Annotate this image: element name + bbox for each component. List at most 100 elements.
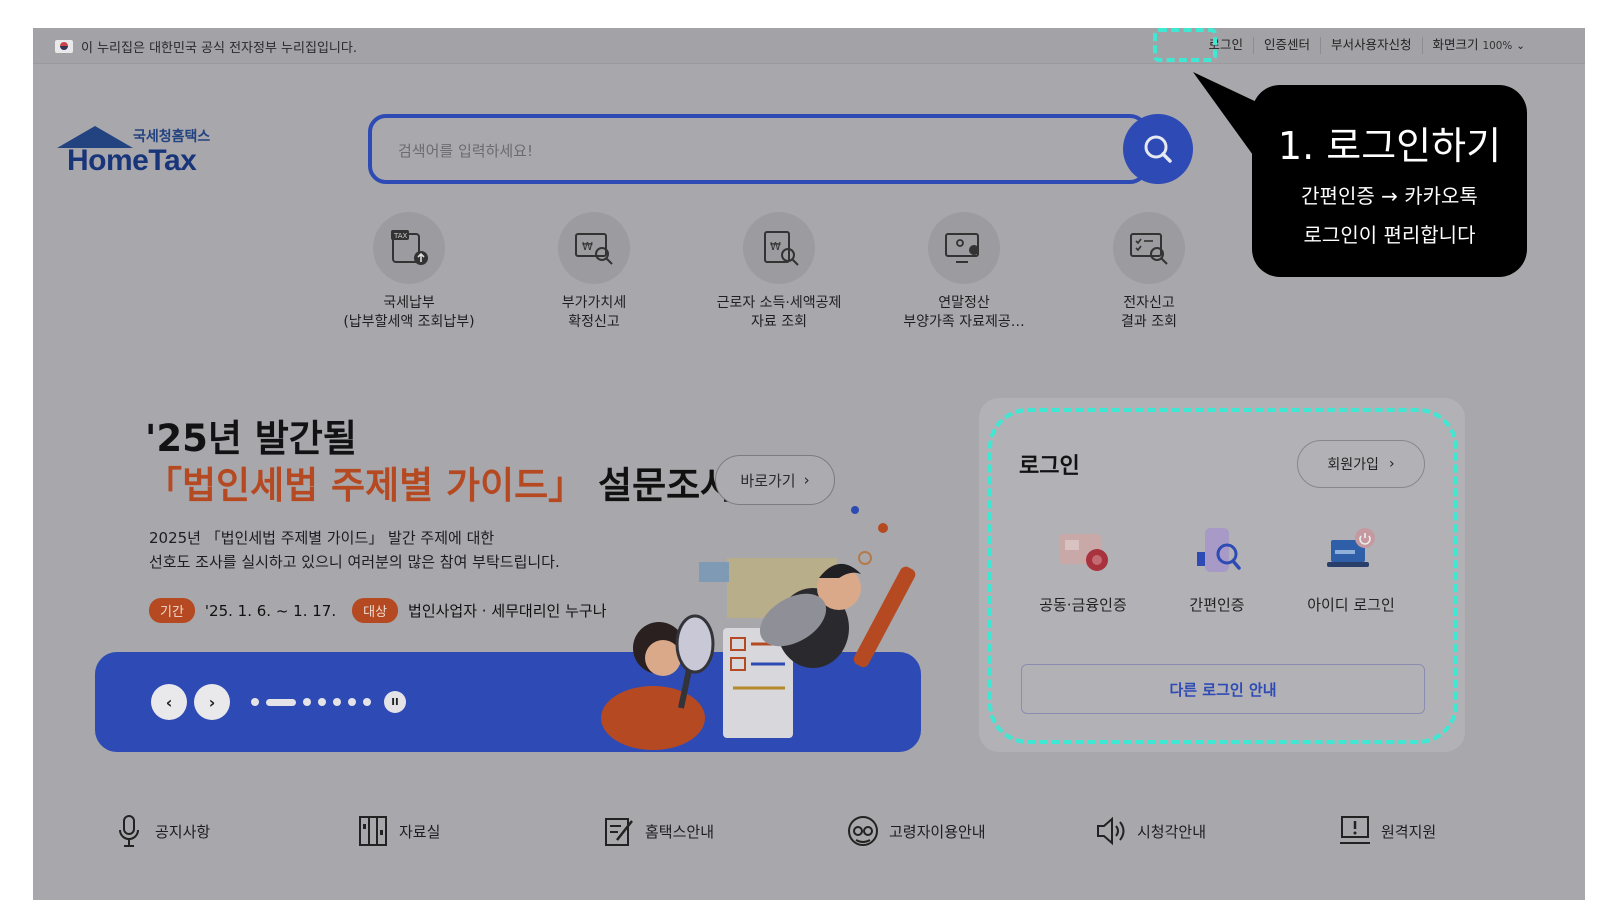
top-dept-user-link[interactable]: 부서사용자신청: [1320, 37, 1422, 54]
login-title: 로그인: [1019, 454, 1080, 479]
pagination-dot[interactable]: [303, 698, 311, 706]
banner-description: 2025년 「법인세법 주제별 가이드」 발간 주제에 대한 선호도 조사를 실…: [149, 526, 560, 574]
chevron-right-icon: ›: [803, 471, 810, 489]
bottom-nav-senior-guide[interactable]: 고령자이용안내: [847, 814, 986, 848]
bottom-nav-hometax-guide[interactable]: 홈택스안내: [603, 814, 714, 848]
pagination-dot[interactable]: [363, 698, 371, 706]
bottom-nav-label: 자료실: [399, 822, 441, 841]
chevron-down-icon: ⌄: [1516, 40, 1525, 52]
speaker-icon: [1097, 816, 1125, 846]
certificate-card-icon: [1053, 524, 1113, 580]
banner-desc-line2: 선호도 조사를 실시하고 있으니 여러분의 많은 참여 부탁드립니다.: [149, 553, 560, 571]
gov-notice-bar: 이 누리집은 대한민국 공식 전자정부 누리집입니다. 로그인 인증센터 부서사…: [33, 28, 1585, 64]
login-method-simple-auth[interactable]: 간편인증: [1157, 524, 1277, 615]
period-value: '25. 1. 6. ~ 1. 17.: [204, 601, 337, 620]
hometax-logo[interactable]: 국세청홈택스 HomeTax: [55, 124, 225, 184]
archive-icon: [359, 816, 387, 846]
banner-prev-button[interactable]: ‹: [151, 684, 187, 720]
simple-auth-phone-icon: [1187, 524, 1247, 580]
callout-line-1: 간편인증 → 카카오톡: [1301, 184, 1478, 208]
bottom-nav-label: 공지사항: [155, 822, 211, 841]
search-icon: [1144, 135, 1172, 163]
banner-next-button[interactable]: ›: [194, 684, 230, 720]
e-filing-result-icon: [1113, 212, 1185, 284]
search-button[interactable]: [1123, 114, 1193, 184]
deduction-data-icon: ₩: [743, 212, 815, 284]
banner-go-label: 바로가기: [740, 471, 796, 490]
gov-notice-text: 이 누리집은 대한민국 공식 전자정부 누리집입니다.: [81, 41, 357, 56]
login-method-label: 아이디 로그인: [1307, 596, 1395, 614]
quick-menu-label: 국세납부 (납부할세액 조회납부): [343, 295, 475, 330]
banner-desc-line1: 2025년 「법인세법 주제별 가이드」 발간 주제에 대한: [149, 529, 495, 547]
sign-up-button[interactable]: 회원가입 ›: [1297, 440, 1425, 488]
bottom-nav-label: 고령자이용안내: [889, 822, 986, 841]
sign-up-label: 회원가입: [1327, 457, 1379, 473]
top-cert-center-link[interactable]: 인증센터: [1252, 37, 1320, 54]
search-box[interactable]: 검색어를 입력하세요!: [368, 114, 1148, 184]
chevron-right-icon: ›: [208, 692, 216, 712]
svg-text:₩: ₩: [770, 240, 781, 253]
banner-title-highlight: 「법인세법 주제별 가이드」: [145, 464, 586, 507]
logo-title: HomeTax: [67, 144, 197, 177]
svg-text:TAX: TAX: [393, 232, 408, 240]
bottom-quick-nav: 공지사항 자료실 홈택스안내 고령자이용안내 시청각안내 원격지원: [33, 814, 1585, 858]
banner-title-line1: '25년 발간될: [145, 417, 357, 460]
login-method-certificate[interactable]: 공동·금융인증: [1023, 524, 1143, 615]
other-login-guide-button[interactable]: 다른 로그인 안내: [1021, 664, 1425, 714]
callout-title: 1. 로그인하기: [1277, 124, 1502, 168]
screen-frame: 이 누리집은 대한민국 공식 전자정부 누리집입니다. 로그인 인증센터 부서사…: [33, 28, 1585, 900]
logo-subtitle: 국세청홈택스: [133, 129, 211, 145]
gov-notice: 이 누리집은 대한민국 공식 전자정부 누리집입니다.: [55, 37, 357, 56]
quick-menu-label: 연말정산 부양가족 자료제공…: [903, 295, 1025, 330]
bottom-nav-label: 홈택스안내: [645, 822, 715, 841]
banner-pagination: [251, 698, 371, 706]
bottom-nav-label: 시청각안내: [1137, 822, 1207, 841]
quick-menu-label: 전자신고 결과 조회: [1121, 295, 1177, 330]
quick-menu-e-filing[interactable]: 전자신고 결과 조회: [1059, 212, 1239, 332]
login-guide-callout: 1. 로그인하기 간편인증 → 카카오톡 로그인이 편리합니다: [1252, 85, 1527, 277]
quick-menu-label: 부가가치세 확정신고: [561, 295, 627, 330]
tax-payment-icon: TAX: [373, 212, 445, 284]
microphone-icon: [119, 815, 139, 847]
pagination-dot[interactable]: [251, 698, 259, 706]
bottom-nav-archive[interactable]: 자료실: [357, 814, 440, 848]
zoom-label: 화면크기: [1432, 37, 1479, 52]
pagination-dot[interactable]: [348, 698, 356, 706]
bottom-nav-notice[interactable]: 공지사항: [113, 814, 210, 848]
svg-text:₩: ₩: [582, 240, 593, 253]
vat-report-icon: ₩: [558, 212, 630, 284]
quick-menu-deduction[interactable]: ₩ 근로자 소득·세액공제 자료 조회: [689, 212, 869, 332]
login-method-label: 공동·금융인증: [1039, 596, 1127, 614]
year-end-settlement-icon: [928, 212, 1000, 284]
pagination-dot[interactable]: [318, 698, 326, 706]
zoom-control[interactable]: 화면크기 100% ⌄: [1421, 37, 1535, 54]
pagination-dot[interactable]: [333, 698, 341, 706]
login-link-highlight: [1153, 28, 1217, 62]
survey-illustration: [601, 506, 916, 750]
pagination-dot-active[interactable]: [266, 698, 296, 706]
quick-menu-label: 근로자 소득·세액공제 자료 조회: [716, 295, 842, 330]
quick-menu-tax-payment[interactable]: TAX 국세납부 (납부할세액 조회납부): [319, 212, 499, 332]
id-login-laptop-icon: [1321, 524, 1381, 580]
korea-flag-icon: [55, 40, 73, 53]
remote-support-monitor-icon: [1340, 816, 1370, 844]
bottom-nav-remote-support[interactable]: 원격지원: [1339, 814, 1436, 848]
bottom-nav-av-guide[interactable]: 시청각안내: [1095, 814, 1206, 848]
login-method-label: 간편인증: [1189, 596, 1245, 614]
senior-glasses-icon: [848, 816, 878, 846]
bottom-nav-label: 원격지원: [1381, 822, 1437, 841]
callout-line-2: 로그인이 편리합니다: [1303, 223, 1476, 247]
target-badge: 대상: [352, 598, 399, 623]
pause-icon: II: [391, 696, 399, 708]
zoom-value: 100%: [1482, 40, 1513, 52]
quick-menu-vat[interactable]: ₩ 부가가치세 확정신고: [504, 212, 684, 332]
period-badge: 기간: [149, 598, 195, 623]
search-placeholder: 검색어를 입력하세요!: [398, 142, 533, 160]
document-edit-icon: [605, 818, 633, 846]
chevron-left-icon: ‹: [165, 692, 173, 712]
login-method-id[interactable]: 아이디 로그인: [1291, 524, 1411, 615]
utility-links: 로그인 인증센터 부서사용자신청 화면크기 100% ⌄: [1198, 37, 1535, 54]
quick-menu-year-end[interactable]: 연말정산 부양가족 자료제공…: [874, 212, 1054, 332]
target-value: 법인사업자 · 세무대리인 누구나: [408, 602, 607, 620]
banner-pause-button[interactable]: II: [384, 691, 406, 713]
